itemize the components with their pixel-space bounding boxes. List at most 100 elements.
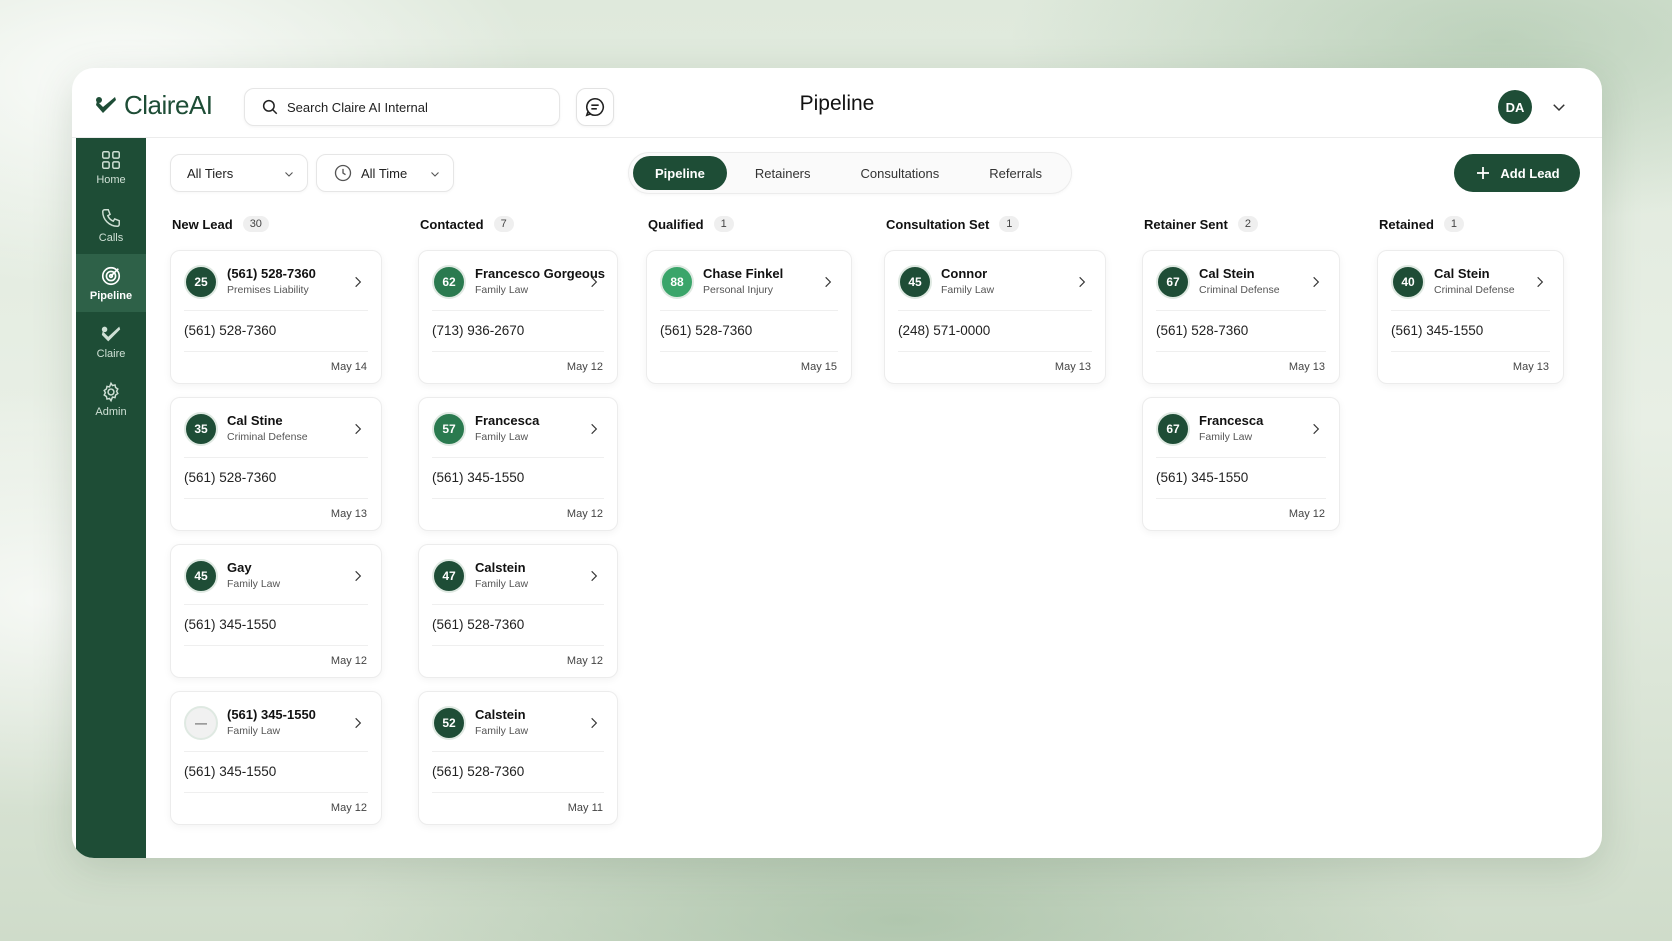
column-title: Qualified xyxy=(648,216,704,232)
sidebar-item-claire[interactable]: Claire xyxy=(76,312,146,370)
tab-pipeline[interactable]: Pipeline xyxy=(633,156,727,190)
column-count-badge: 1 xyxy=(713,216,734,232)
divider xyxy=(432,351,604,352)
sidebar-item-pipeline[interactable]: Pipeline xyxy=(76,254,146,312)
tab-consultations[interactable]: Consultations xyxy=(839,156,962,190)
lead-card[interactable]: 52 Calstein Family Law (561) 528-7360 May 11 xyxy=(418,691,618,825)
divider xyxy=(432,751,604,752)
lead-case-type: Family Law xyxy=(1199,431,1253,443)
column-count-badge: 7 xyxy=(493,216,514,232)
sidebar-item-label: Pipeline xyxy=(89,289,133,302)
chevron-right-icon[interactable] xyxy=(1075,274,1089,290)
add-lead-button[interactable]: Add Lead xyxy=(1454,154,1580,192)
user-avatar[interactable]: DA xyxy=(1498,90,1532,124)
time-filter-value: All Time xyxy=(361,165,408,181)
lead-name: Cal Stein xyxy=(1434,266,1490,281)
lead-date: May 12 xyxy=(566,508,603,520)
lead-card[interactable]: 45 Gay Family Law (561) 345-1550 May 12 xyxy=(170,544,382,678)
chevron-right-icon[interactable] xyxy=(351,274,365,290)
lead-date: May 12 xyxy=(566,655,603,667)
search-input[interactable] xyxy=(287,99,527,115)
chevron-right-icon[interactable] xyxy=(351,568,365,584)
chat-button[interactable] xyxy=(576,88,614,126)
chevron-right-icon[interactable] xyxy=(821,274,835,290)
chevron-right-icon[interactable] xyxy=(587,421,601,437)
chevron-right-icon[interactable] xyxy=(1533,274,1547,290)
lead-card[interactable]: 88 Chase Finkel Personal Injury (561) 528-7… xyxy=(646,250,852,384)
lead-date: May 12 xyxy=(1288,508,1325,520)
lead-date: May 11 xyxy=(567,802,603,814)
clock-icon xyxy=(334,164,352,182)
divider xyxy=(1156,351,1326,352)
logo[interactable]: ClaireAI xyxy=(94,90,213,121)
chevron-right-icon[interactable] xyxy=(587,274,601,290)
app-window: ClaireAI Pipeline DA Home xyxy=(72,68,1602,858)
sidebar-item-calls[interactable]: Calls xyxy=(76,196,146,254)
chevron-right-icon[interactable] xyxy=(351,715,365,731)
tab-referrals[interactable]: Referrals xyxy=(967,156,1064,190)
lead-name: (561) 345-1550 xyxy=(227,707,316,722)
lead-card[interactable]: 45 Connor Family Law (248) 571-0000 May 13 xyxy=(884,250,1106,384)
lead-card[interactable]: 47 Calstein Family Law (561) 528-7360 May 12 xyxy=(418,544,618,678)
lead-phone: (561) 345-1550 xyxy=(1156,470,1249,485)
chevron-down-icon xyxy=(285,172,293,177)
lead-card[interactable]: 35 Cal Stine Criminal Defense (561) 528-736… xyxy=(170,397,382,531)
lead-card[interactable]: 57 Francesca Family Law (561) 345-1550 May 1… xyxy=(418,397,618,531)
lead-case-type: Criminal Defense xyxy=(227,431,308,443)
lead-date: May 12 xyxy=(330,655,367,667)
lead-score-badge: 45 xyxy=(898,265,932,299)
time-filter-dropdown[interactable]: All Time xyxy=(316,154,454,192)
claire-icon xyxy=(101,326,121,341)
sidebar-item-label: Admin xyxy=(95,405,127,418)
divider xyxy=(432,310,604,311)
chevron-right-icon[interactable] xyxy=(1309,274,1323,290)
tab-retainers[interactable]: Retainers xyxy=(733,156,833,190)
divider xyxy=(432,792,604,793)
lead-score-badge: 40 xyxy=(1391,265,1425,299)
search-icon xyxy=(262,99,278,115)
sidebar-item-admin[interactable]: Admin xyxy=(76,370,146,428)
lead-card[interactable]: 25 (561) 528-7360 Premises Liability (561) … xyxy=(170,250,382,384)
lead-card[interactable]: 62 Francesco Gorgeous Family Law (713) 936-… xyxy=(418,250,618,384)
view-tabs: Pipeline Retainers Consultations Referra… xyxy=(628,152,1072,194)
lead-case-type: Family Law xyxy=(227,578,281,590)
column-count-badge: 2 xyxy=(1237,216,1258,232)
lead-card[interactable]: 67 Francesca Family Law (561) 345-1550 May 1… xyxy=(1142,397,1340,531)
tier-filter-dropdown[interactable]: All Tiers xyxy=(170,154,308,192)
column-title: Contacted xyxy=(420,216,484,232)
lead-card[interactable]: 67 Cal Stein Criminal Defense (561) 528-736… xyxy=(1142,250,1340,384)
lead-score-badge: 45 xyxy=(184,559,218,593)
column-count-badge: 30 xyxy=(242,216,269,232)
chevron-right-icon[interactable] xyxy=(1309,421,1323,437)
chevron-down-icon xyxy=(431,172,439,177)
sidebar: Home Calls Pipeline Claire Admin xyxy=(76,138,146,858)
lead-score-badge: 52 xyxy=(432,706,466,740)
divider xyxy=(432,645,604,646)
chevron-right-icon[interactable] xyxy=(587,715,601,731)
divider xyxy=(660,310,838,311)
sidebar-item-home[interactable]: Home xyxy=(76,138,146,196)
lead-name: Connor xyxy=(941,266,988,281)
lead-phone: (561) 528-7360 xyxy=(184,323,277,338)
tier-filter-value: All Tiers xyxy=(187,165,234,181)
lead-phone: (561) 345-1550 xyxy=(432,470,525,485)
divider xyxy=(432,498,604,499)
lead-phone: (561) 528-7360 xyxy=(184,470,277,485)
chevron-down-icon[interactable] xyxy=(1550,98,1568,116)
lead-name: Calstein xyxy=(475,707,526,722)
column-header: Retained 1 xyxy=(1377,216,1564,232)
lead-card[interactable]: — (561) 345-1550 Family Law (561) 345-1550 M… xyxy=(170,691,382,825)
chevron-right-icon[interactable] xyxy=(587,568,601,584)
lead-case-type: Personal Injury xyxy=(703,284,774,296)
lead-name: Cal Stine xyxy=(227,413,283,428)
claire-logo-icon xyxy=(96,96,116,113)
chevron-right-icon[interactable] xyxy=(351,421,365,437)
lead-card[interactable]: 40 Cal Stein Criminal Defense (561) 345-155… xyxy=(1377,250,1564,384)
lead-case-type: Family Law xyxy=(941,284,995,296)
column-header: Consultation Set 1 xyxy=(884,216,1106,232)
divider xyxy=(184,604,368,605)
search-box[interactable] xyxy=(244,88,560,126)
lead-case-type: Criminal Defense xyxy=(1434,284,1515,296)
lead-date: May 12 xyxy=(566,361,603,373)
divider xyxy=(432,604,604,605)
